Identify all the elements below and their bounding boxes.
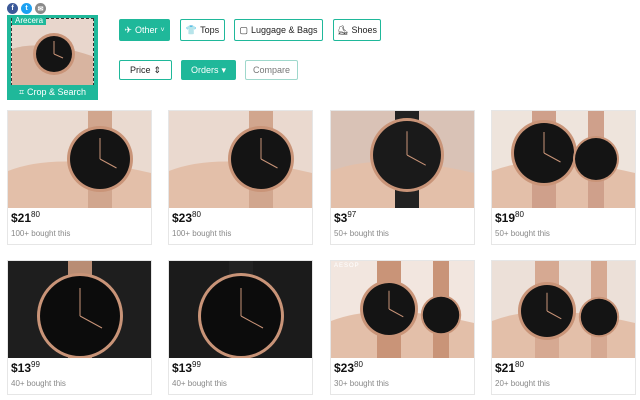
product-sold-count: 40+ bought this bbox=[11, 379, 66, 388]
product-image[interactable] bbox=[492, 111, 635, 208]
sort-orders-button[interactable]: Orders ▾ bbox=[181, 60, 236, 80]
shoe-icon: ⛸ bbox=[337, 24, 349, 35]
compare-button[interactable]: Compare bbox=[245, 60, 298, 80]
product-price: $2380 bbox=[172, 210, 201, 225]
category-other-label: Other bbox=[134, 25, 158, 35]
bag-icon: ▢ bbox=[239, 24, 248, 35]
compare-label: Compare bbox=[252, 65, 290, 75]
mail-icon[interactable]: ✉ bbox=[35, 3, 46, 14]
sort-price-button[interactable]: Price ⇕ bbox=[119, 60, 172, 80]
category-luggage-label: Luggage & Bags bbox=[250, 25, 318, 35]
product-card[interactable]: $2380 100+ bought this bbox=[168, 110, 313, 245]
category-tops-button[interactable]: 👕 Tops bbox=[180, 19, 225, 41]
product-price: $1399 bbox=[11, 360, 40, 375]
product-sold-count: 100+ bought this bbox=[11, 229, 71, 238]
product-sold-count: 20+ bought this bbox=[495, 379, 550, 388]
price-cents: 80 bbox=[354, 360, 363, 369]
price-dollars: $21 bbox=[11, 211, 32, 225]
product-price: $1980 bbox=[495, 210, 524, 225]
price-cents: 80 bbox=[515, 210, 524, 219]
price-cents: 80 bbox=[515, 360, 524, 369]
twitter-icon[interactable]: t bbox=[21, 3, 32, 14]
crop-icon: ⌗ bbox=[18, 86, 25, 97]
product-card[interactable]: $1980 50+ bought this bbox=[491, 110, 636, 245]
plane-icon: ✈ bbox=[124, 24, 132, 35]
product-brand-label: AESOP bbox=[334, 263, 360, 269]
chevron-down-icon: ˅ bbox=[160, 26, 165, 34]
product-image[interactable] bbox=[492, 261, 635, 358]
price-cents: 99 bbox=[192, 360, 201, 369]
product-image[interactable] bbox=[169, 261, 312, 358]
category-shoes-label: Shoes bbox=[351, 25, 377, 35]
product-image[interactable] bbox=[331, 111, 474, 208]
sort-orders-label: Orders bbox=[190, 65, 219, 75]
product-price: $2180 bbox=[11, 210, 40, 225]
price-cents: 99 bbox=[31, 360, 40, 369]
share-bar: f t ✉ bbox=[7, 3, 46, 14]
product-card[interactable]: AESOP $2380 30+ bought this bbox=[330, 260, 475, 395]
price-dollars: $13 bbox=[172, 361, 193, 375]
product-card[interactable]: $1399 40+ bought this bbox=[7, 260, 152, 395]
product-price: $1399 bbox=[172, 360, 201, 375]
price-dollars: $21 bbox=[495, 361, 516, 375]
product-card[interactable]: $1399 40+ bought this bbox=[168, 260, 313, 395]
product-image[interactable] bbox=[169, 111, 312, 208]
sort-updown-icon: ⇕ bbox=[153, 64, 162, 75]
price-cents: 80 bbox=[31, 210, 40, 219]
product-sold-count: 30+ bought this bbox=[334, 379, 389, 388]
category-tops-label: Tops bbox=[200, 25, 220, 35]
crop-search-label: Crop & Search bbox=[27, 87, 87, 97]
product-sold-count: 50+ bought this bbox=[495, 229, 550, 238]
price-dollars: $19 bbox=[495, 211, 516, 225]
caret-down-icon: ▾ bbox=[221, 64, 227, 75]
product-image[interactable] bbox=[8, 111, 151, 208]
product-price: $397 bbox=[334, 210, 357, 225]
product-price: $2380 bbox=[334, 360, 363, 375]
shirt-icon: 👕 bbox=[185, 24, 198, 35]
price-cents: 80 bbox=[192, 210, 201, 219]
crop-preview-image[interactable] bbox=[11, 18, 94, 86]
category-other-button[interactable]: ✈ Other ˅ bbox=[119, 19, 170, 41]
crop-search-button[interactable]: ⌗ Crop & Search bbox=[8, 85, 97, 99]
product-card[interactable]: $2180 20+ bought this bbox=[491, 260, 636, 395]
category-shoes-button[interactable]: ⛸ Shoes bbox=[333, 19, 381, 41]
facebook-icon[interactable]: f bbox=[7, 3, 18, 14]
product-price: $2180 bbox=[495, 360, 524, 375]
product-image[interactable] bbox=[331, 261, 474, 358]
product-sold-count: 100+ bought this bbox=[172, 229, 232, 238]
product-sold-count: 50+ bought this bbox=[334, 229, 389, 238]
product-card[interactable]: $397 50+ bought this bbox=[330, 110, 475, 245]
price-cents: 97 bbox=[347, 210, 357, 219]
price-dollars: $23 bbox=[172, 211, 193, 225]
product-image[interactable] bbox=[8, 261, 151, 358]
product-card[interactable]: $2180 100+ bought this bbox=[7, 110, 152, 245]
sort-price-label: Price bbox=[129, 65, 151, 75]
product-sold-count: 40+ bought this bbox=[172, 379, 227, 388]
price-dollars: $13 bbox=[11, 361, 32, 375]
crop-tag-label: Arecera bbox=[12, 16, 47, 25]
category-luggage-button[interactable]: ▢ Luggage & Bags bbox=[234, 19, 323, 41]
price-dollars: $3 bbox=[334, 211, 348, 225]
price-dollars: $23 bbox=[334, 361, 355, 375]
crop-search-panel: Arecera ⌗ Crop & Search bbox=[7, 15, 98, 100]
